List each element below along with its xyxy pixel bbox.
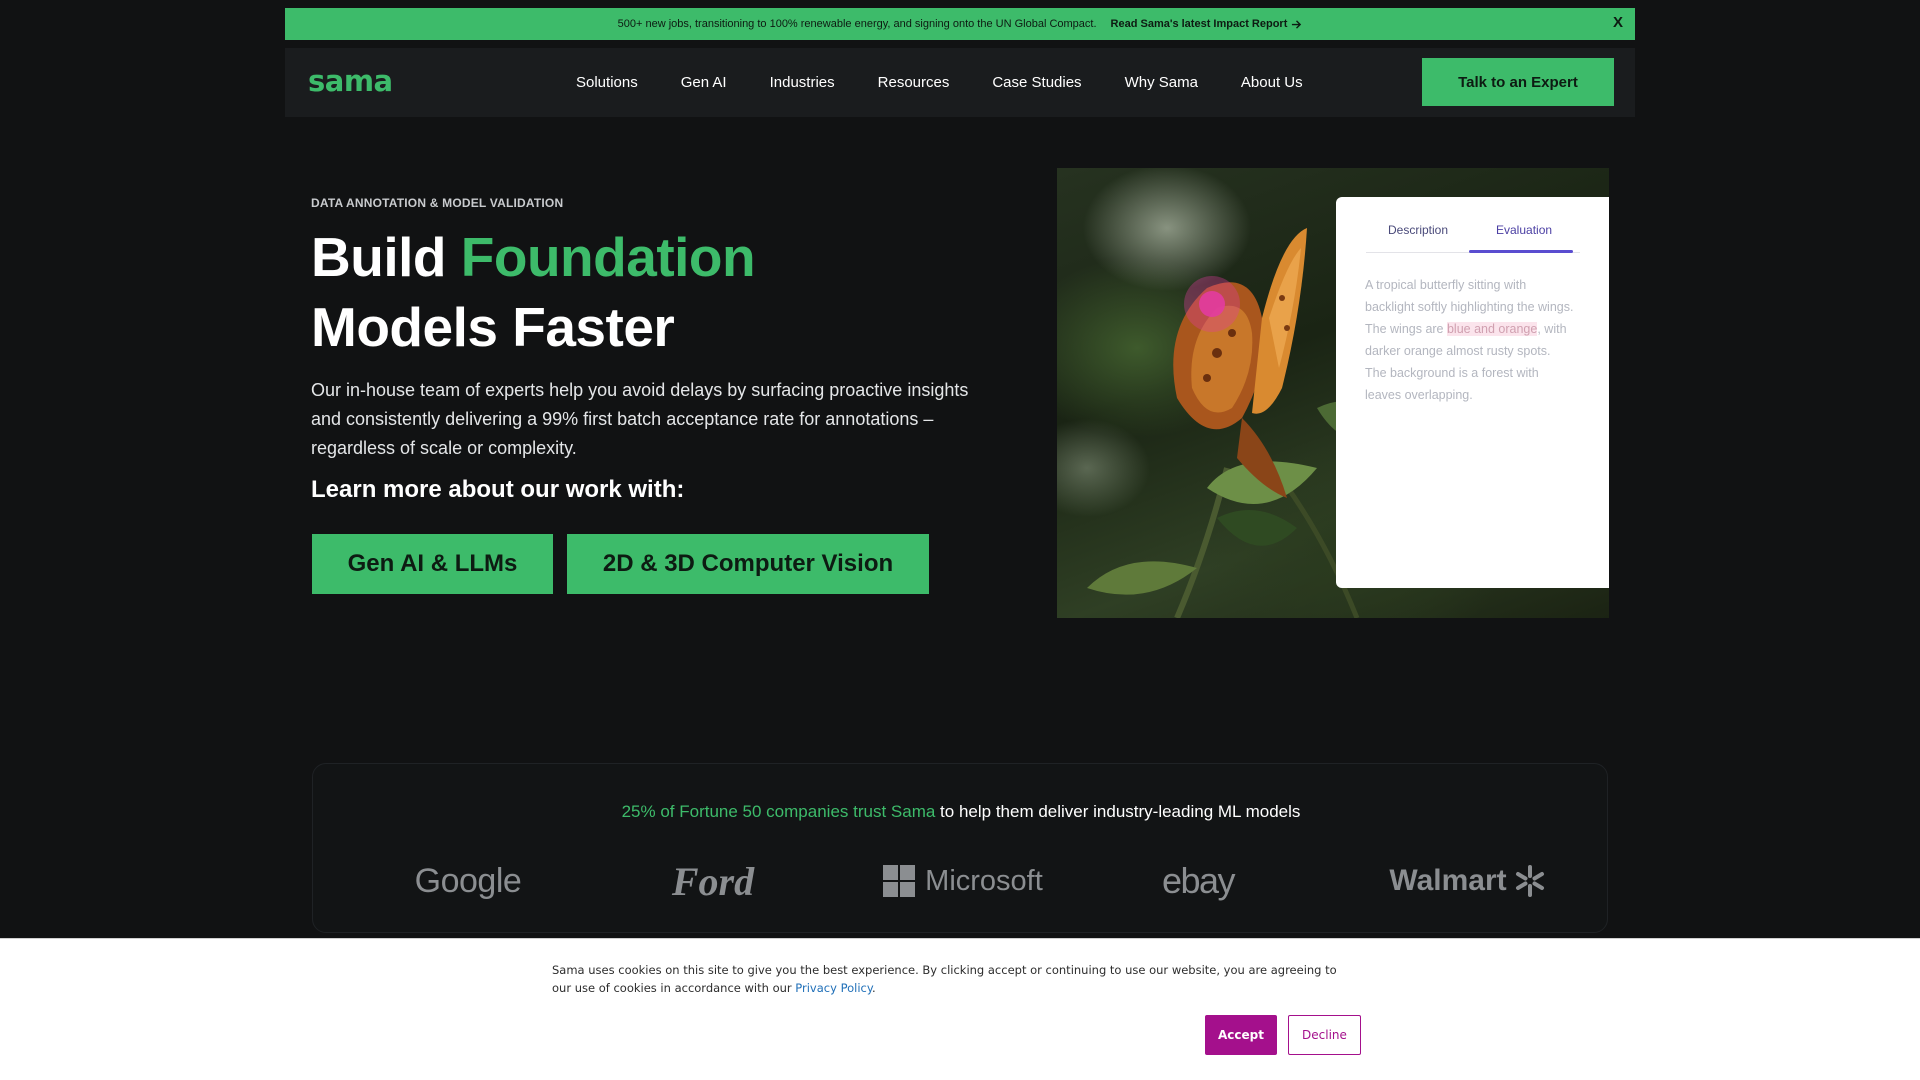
arrow-right-icon bbox=[1292, 19, 1302, 29]
microsoft-logo-text: Microsoft bbox=[925, 864, 1043, 897]
nav-item-industries[interactable]: Industries bbox=[770, 74, 835, 91]
annotation-panel: Description Evaluation A tropical butter… bbox=[1336, 197, 1609, 588]
nav-item-why-sama[interactable]: Why Sama bbox=[1125, 74, 1198, 91]
ebay-logo: ebay bbox=[1161, 860, 1236, 901]
walmart-logo-text: Walmart bbox=[1389, 864, 1507, 897]
announcement-message: 500+ new jobs, transitioning to 100% ren… bbox=[617, 18, 1097, 30]
hero-title-accent: Foundation bbox=[460, 226, 756, 288]
computer-vision-button[interactable]: 2D & 3D Computer Vision bbox=[567, 534, 929, 594]
nav-links: Solutions Gen AI Industries Resources Ca… bbox=[576, 48, 1346, 117]
annotation-highlight: blue and orange bbox=[1446, 322, 1538, 336]
main-nav: sama Solutions Gen AI Industries Resourc… bbox=[285, 48, 1635, 117]
trust-statement: 25% of Fortune 50 companies trust Sama t… bbox=[313, 802, 1609, 822]
nav-item-solutions[interactable]: Solutions bbox=[576, 74, 638, 91]
close-announcement-button[interactable]: X bbox=[1613, 14, 1623, 31]
impact-report-link-label: Read Sama's latest Impact Report bbox=[1110, 18, 1288, 30]
hero-eyebrow: DATA ANNOTATION & MODEL VALIDATION bbox=[311, 196, 564, 210]
annotation-text: A tropical butterfly sitting with backli… bbox=[1365, 274, 1575, 406]
microsoft-windows-icon bbox=[883, 865, 916, 897]
learn-more-heading: Learn more about our work with: bbox=[311, 476, 685, 503]
talk-to-expert-button[interactable]: Talk to an Expert bbox=[1422, 58, 1614, 106]
cookie-banner: Sama uses cookies on this site to give y… bbox=[0, 938, 1920, 1080]
announcement-bar: 500+ new jobs, transitioning to 100% ren… bbox=[285, 8, 1635, 40]
trust-section: 25% of Fortune 50 companies trust Sama t… bbox=[312, 763, 1608, 933]
cookie-text: Sama uses cookies on this site to give y… bbox=[552, 961, 1352, 997]
cookie-message: Sama uses cookies on this site to give y… bbox=[552, 963, 1337, 995]
tab-description[interactable]: Description bbox=[1388, 223, 1448, 245]
nav-item-case-studies[interactable]: Case Studies bbox=[992, 74, 1081, 91]
nav-item-about-us[interactable]: About Us bbox=[1241, 74, 1303, 91]
accept-cookies-button[interactable]: Accept bbox=[1205, 1015, 1277, 1055]
privacy-policy-link[interactable]: Privacy Policy bbox=[795, 981, 872, 995]
tab-evaluation[interactable]: Evaluation bbox=[1496, 223, 1552, 245]
active-tab-indicator bbox=[1469, 250, 1573, 253]
microsoft-logo: Microsoft bbox=[878, 856, 1048, 906]
hero-description: Our in-house team of experts help you av… bbox=[311, 380, 969, 458]
decline-cookies-button[interactable]: Decline bbox=[1288, 1015, 1361, 1055]
annotation-tabs: Description Evaluation bbox=[1366, 223, 1580, 253]
walmart-logo: Walmart bbox=[1383, 856, 1553, 906]
trust-rest: to help them deliver industry-leading ML… bbox=[935, 802, 1301, 821]
hero-title-part2: Models Faster bbox=[311, 296, 675, 358]
hero-title: Build Foundation Models Faster bbox=[311, 222, 911, 362]
gen-ai-llms-button[interactable]: Gen AI & LLMs bbox=[312, 534, 553, 594]
hero-title-part1: Build bbox=[311, 226, 461, 288]
nav-item-gen-ai[interactable]: Gen AI bbox=[681, 74, 727, 91]
nav-item-resources[interactable]: Resources bbox=[878, 74, 950, 91]
google-logo: Google bbox=[414, 861, 522, 900]
customer-logos: Google Ford Microsoft ebay Walmart bbox=[313, 856, 1609, 906]
trust-highlight: 25% of Fortune 50 companies trust Sama bbox=[621, 802, 936, 821]
cookie-text-end: . bbox=[872, 981, 876, 995]
impact-report-link[interactable]: Read Sama's latest Impact Report bbox=[1111, 18, 1303, 30]
ford-logo: Ford bbox=[671, 858, 755, 904]
sama-logo[interactable]: sama bbox=[308, 64, 393, 98]
walmart-spark-icon bbox=[1515, 865, 1544, 897]
